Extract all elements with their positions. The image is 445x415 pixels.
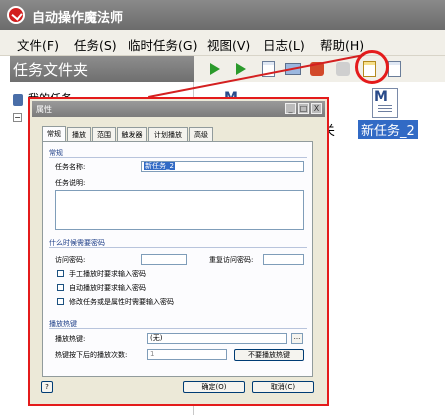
tab-panel-general: 常规 任务名称: 新任务_2 任务说明: 什么时候需要密码 访问密码: 重复访问… — [42, 141, 313, 377]
tab-playback[interactable]: 播放 — [67, 127, 91, 141]
hotkey-input[interactable]: (无) — [147, 333, 287, 344]
menu-temp-task[interactable]: 临时任务(G) — [128, 35, 197, 54]
password-group-divider — [49, 247, 307, 248]
properties-dialog: 属性 _ □ X 常规 播放 范围 触发器 计划播放 高级 常规 任务名称: 新… — [28, 97, 329, 406]
ok-button[interactable]: 确定(O) — [183, 381, 245, 393]
lock-icon — [336, 62, 350, 76]
menu-file[interactable]: 文件(F) — [17, 35, 59, 54]
hotkey-group-divider — [49, 328, 307, 329]
task-item-label[interactable]: 新任务_2 — [358, 120, 418, 139]
task-file-letter: M — [374, 89, 388, 105]
tree-collapse-icon[interactable]: − — [13, 113, 22, 122]
app-title: 自动操作魔法师 — [32, 11, 124, 26]
lock-button[interactable] — [334, 60, 352, 78]
access-password-label: 访问密码: — [55, 256, 86, 264]
confirm-password-label: 重复访问密码: — [209, 256, 254, 264]
menu-task[interactable]: 任务(S) — [74, 35, 117, 54]
play-icon — [210, 63, 220, 75]
no-hotkey-button[interactable]: 不要播放热键 — [234, 349, 304, 361]
app-logo-icon — [7, 6, 25, 24]
hotkey-label: 播放热键: — [55, 335, 86, 343]
edit-password-checkbox[interactable] — [57, 298, 64, 305]
task-name-input[interactable]: 新任务_2 — [141, 161, 304, 172]
hotkey-browse-button[interactable]: ... — [291, 333, 303, 344]
task-name-label: 任务名称: — [55, 163, 86, 171]
menu-help[interactable]: 帮助(H) — [320, 35, 364, 54]
tab-scope[interactable]: 范围 — [92, 127, 116, 141]
step-play-icon — [236, 63, 246, 75]
tab-schedule[interactable]: 计划播放 — [148, 127, 188, 141]
manual-play-password-label: 手工播放时要求输入密码 — [69, 270, 146, 278]
tab-trigger[interactable]: 触发器 — [117, 127, 147, 141]
edit-password-label: 修改任务或是属性时需要输入密码 — [69, 298, 174, 306]
tab-general[interactable]: 常规 — [42, 126, 66, 142]
tab-advanced[interactable]: 高级 — [189, 127, 213, 141]
folder-tree-icon — [13, 94, 23, 106]
folder-pane-header: 任务文件夹 — [10, 56, 194, 82]
confirm-password-input[interactable] — [263, 254, 304, 265]
close-icon[interactable]: X — [311, 103, 322, 114]
task-file-icon[interactable]: M — [372, 88, 400, 118]
minimize-icon[interactable]: _ — [285, 103, 296, 114]
hotkey-times-input[interactable]: 1 — [147, 349, 227, 360]
hotkey-times-label: 热键按下后的播放次数: — [55, 351, 128, 359]
access-password-input[interactable] — [141, 254, 187, 265]
maximize-icon[interactable]: □ — [298, 103, 309, 114]
step-play-button[interactable] — [232, 60, 250, 78]
task-desc-textarea[interactable] — [55, 190, 304, 230]
dialog-title: 属性 — [36, 105, 52, 114]
auto-play-password-checkbox[interactable] — [57, 284, 64, 291]
play-button[interactable] — [206, 60, 224, 78]
notes-icon — [388, 61, 401, 77]
task-desc-label: 任务说明: — [55, 179, 86, 187]
task-file-lines — [378, 105, 392, 114]
general-group-divider — [49, 157, 307, 158]
auto-play-password-label: 自动播放时要求输入密码 — [69, 284, 146, 292]
manual-play-password-checkbox[interactable] — [57, 270, 64, 277]
toolbar — [194, 56, 445, 82]
task-name-value: 新任务_2 — [144, 162, 175, 170]
menu-view[interactable]: 视图(V) — [207, 35, 250, 54]
help-button[interactable]: ? — [41, 381, 53, 393]
app-titlebar: 自动操作魔法师 — [0, 0, 445, 30]
cancel-button[interactable]: 取消(C) — [252, 381, 314, 393]
menu-log[interactable]: 日志(L) — [263, 35, 305, 54]
dialog-titlebar: 属性 _ □ X — [32, 101, 325, 117]
